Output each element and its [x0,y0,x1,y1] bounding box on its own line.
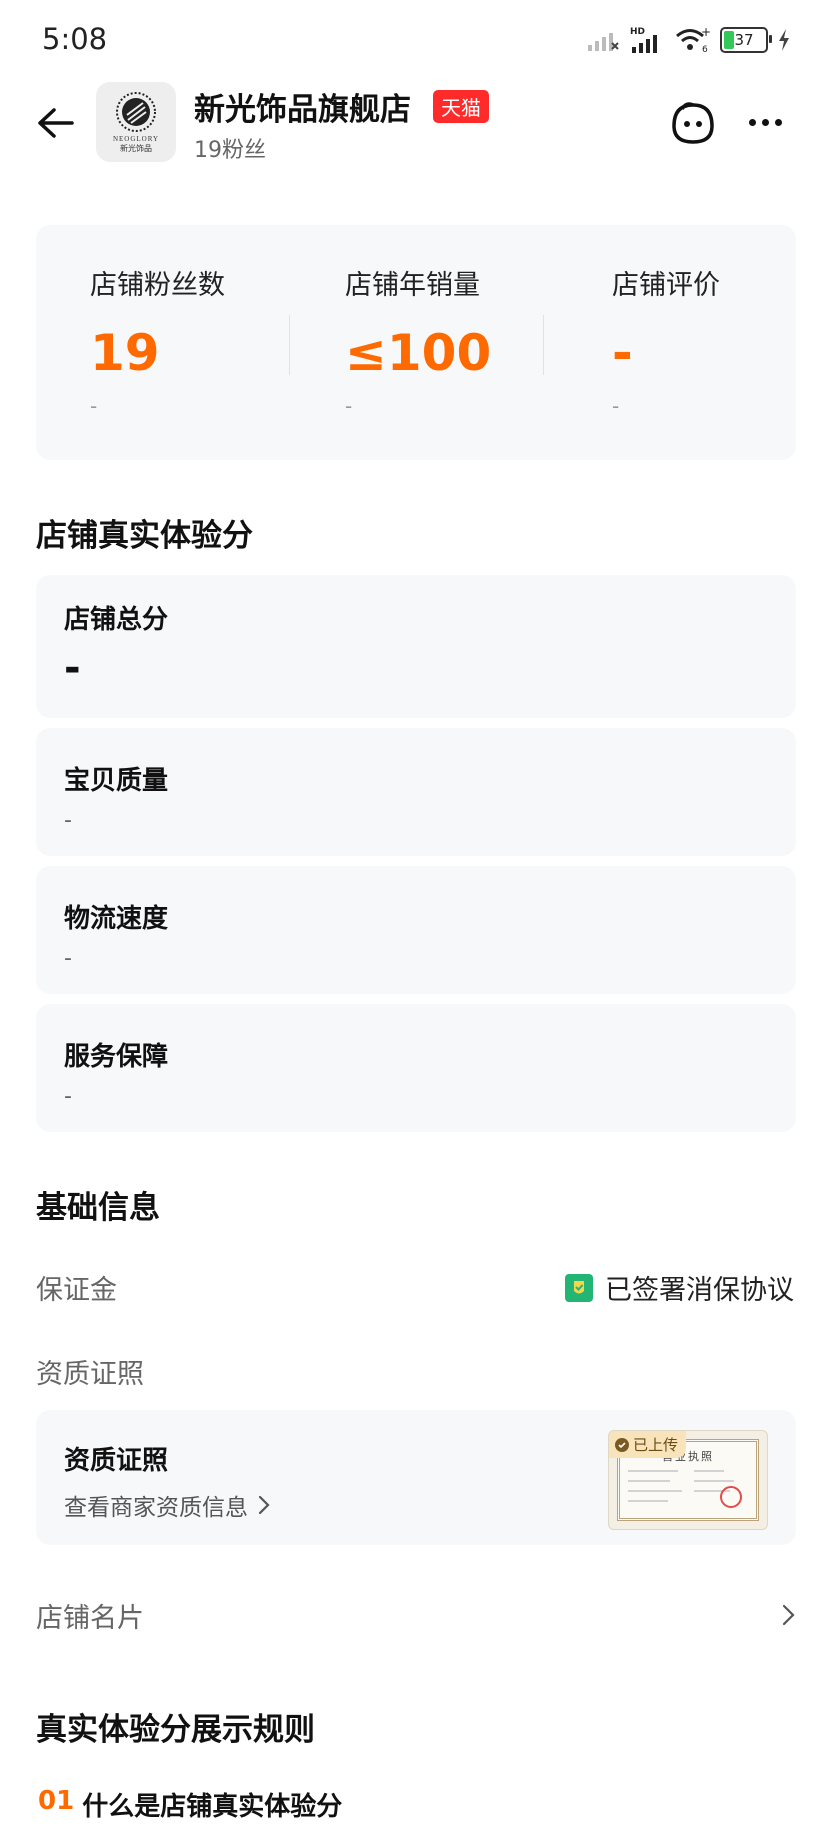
score-label: 店铺总分 [64,605,169,635]
back-button[interactable] [30,98,80,148]
neoglory-logo-icon [116,91,156,132]
stat-yearly-sales[interactable]: 店铺年销量 ≤100 - [345,263,491,418]
view-license-link[interactable]: 查看商家资质信息 [64,1488,270,1522]
signal-weak-icon [588,33,619,51]
score-card-logistics[interactable]: 物流速度 - [36,866,796,994]
rules-section-title: 真实体验分展示规则 [36,1712,315,1748]
stat-rating[interactable]: 店铺评价 - - [612,263,720,418]
score-label: 服务保障 [64,1042,169,1072]
customer-service-icon [672,102,714,144]
thumb-line [628,1480,670,1482]
score-label: 物流速度 [64,904,169,934]
tmall-badge: 天猫 [433,90,489,123]
logo-text-en: NEOGLORY [112,134,160,143]
check-icon [615,1437,629,1452]
experience-section-title: 店铺真实体验分 [36,518,253,554]
red-seal-icon [720,1486,742,1508]
deposit-label: 保证金 [36,1275,117,1306]
divider [289,315,290,375]
more-dot-icon [774,118,782,126]
status-icons: HD + 6 37 [586,22,790,58]
score-value: - [64,808,72,833]
more-dot-icon [748,118,756,126]
license-link-text: 查看商家资质信息 [64,1495,248,1521]
license-card[interactable]: 资质证照 查看商家资质信息 营业执照 已上传 [36,1410,796,1545]
qualification-label: 资质证照 [36,1359,144,1390]
shop-logo[interactable]: NEOGLORY 新光饰品 [96,82,176,162]
stat-value: - [612,324,633,382]
thumb-line [694,1480,734,1482]
score-value: - [64,1084,72,1109]
basic-info-title: 基础信息 [36,1190,160,1226]
uploaded-tag-text: 已上传 [633,1436,679,1454]
customer-service-button[interactable] [668,98,718,148]
stat-fans[interactable]: 店铺粉丝数 19 - [90,263,225,418]
thumb-line [628,1490,682,1492]
stat-value: 19 [90,324,160,382]
score-card-total[interactable]: 店铺总分 - [36,575,796,718]
svg-text:6: 6 [702,45,708,54]
fans-count: 19粉丝 [194,138,266,163]
wifi-icon: + 6 [676,26,710,54]
signal-hd-icon: HD [630,27,657,53]
rules-item[interactable]: 01 什么是店铺真实体验分 [38,1786,342,1823]
total-score-value: - [64,645,81,691]
shop-stats-card: 店铺粉丝数 19 - 店铺年销量 ≤100 - 店铺评价 - - [36,225,796,460]
status-time: 5:08 [42,22,108,56]
stat-sub: - [612,394,620,418]
uploaded-tag: 已上传 [609,1431,687,1458]
stat-sub: - [345,394,353,418]
more-button[interactable] [740,104,790,140]
license-title: 资质证照 [64,1446,169,1476]
svg-text:+: + [701,26,710,39]
more-dot-icon [761,118,769,126]
logo-text-cn: 新光饰品 [120,143,152,153]
consumer-protection-icon [565,1273,593,1302]
score-label: 宝贝质量 [64,766,169,796]
battery-icon: 37 [720,27,772,53]
chevron-right-icon [782,1604,795,1626]
deposit-value: 已签署消保协议 [605,1275,794,1306]
business-license-thumbnail[interactable]: 营业执照 已上传 [608,1430,768,1530]
svg-text:HD: HD [630,27,645,37]
score-card-service[interactable]: 服务保障 - [36,1004,796,1132]
stat-label: 店铺粉丝数 [90,270,225,301]
stat-value: ≤100 [345,324,492,382]
thumb-line [628,1500,668,1502]
business-card-label: 店铺名片 [36,1602,144,1634]
stat-sub: - [90,394,98,418]
rules-item-number: 01 [38,1786,75,1816]
chevron-right-icon [258,1495,270,1515]
business-card-row[interactable]: 店铺名片 [36,1595,796,1635]
divider [543,315,544,375]
stat-label: 店铺年销量 [345,270,480,301]
stat-label: 店铺评价 [612,270,720,301]
score-value: - [64,946,72,971]
thumb-line [628,1470,678,1472]
deposit-status[interactable]: 已签署消保协议 [565,1268,794,1307]
score-card-quality[interactable]: 宝贝质量 - [36,728,796,856]
back-arrow-icon [38,108,74,138]
charging-icon [779,29,789,51]
rules-item-text: 什么是店铺真实体验分 [82,1792,343,1822]
thumb-line [694,1470,724,1472]
shop-name[interactable]: 新光饰品旗舰店 [194,84,411,129]
